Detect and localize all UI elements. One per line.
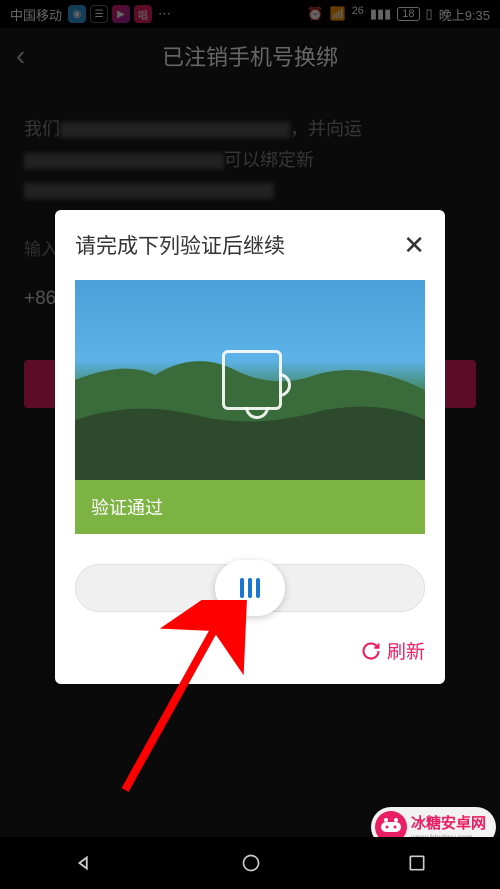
watermark-text: 冰糖安卓网	[411, 812, 486, 833]
puzzle-piece-icon	[222, 350, 282, 410]
square-recent-icon	[407, 853, 427, 873]
captcha-image	[75, 280, 425, 480]
circle-home-icon	[241, 853, 261, 873]
triangle-back-icon	[73, 852, 95, 874]
slider-track[interactable]	[75, 564, 425, 612]
slider-handle[interactable]	[215, 560, 285, 616]
captcha-modal: 请完成下列验证后继续 ✕ 验证通过 刷新	[55, 210, 445, 684]
nav-recent[interactable]	[407, 853, 427, 873]
gamepad-icon	[381, 818, 401, 836]
modal-overlay: 请完成下列验证后继续 ✕ 验证通过 刷新	[0, 0, 500, 889]
modal-header: 请完成下列验证后继续 ✕	[75, 230, 425, 260]
close-button[interactable]: ✕	[403, 232, 425, 258]
nav-back[interactable]	[73, 852, 95, 874]
nav-home[interactable]	[241, 853, 261, 873]
modal-title: 请完成下列验证后继续	[75, 230, 285, 260]
refresh-button[interactable]: 刷新	[75, 637, 425, 664]
navigation-bar	[0, 837, 500, 889]
refresh-label: 刷新	[387, 637, 425, 664]
refresh-icon	[361, 641, 381, 661]
success-banner: 验证通过	[75, 480, 425, 534]
